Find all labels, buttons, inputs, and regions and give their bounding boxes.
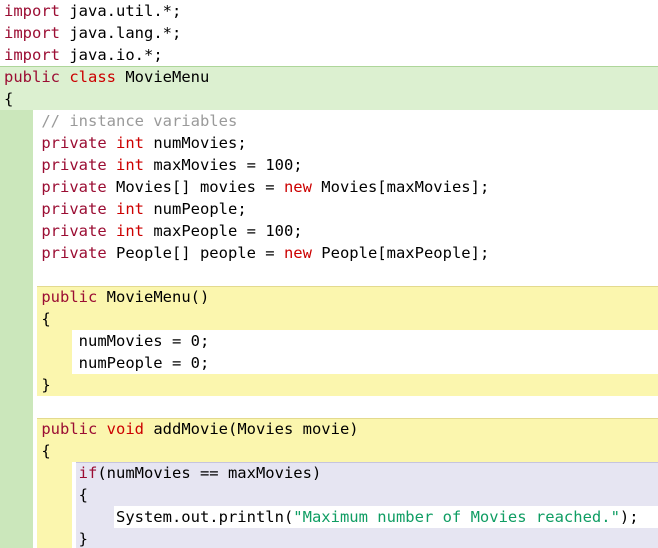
code-line[interactable]: { [0, 440, 658, 462]
code-token: maxMovies = 100; [144, 156, 303, 174]
code-line[interactable]: // instance variables [0, 110, 658, 132]
code-line[interactable]: public class MovieMenu [0, 66, 658, 88]
code-token: int [116, 134, 144, 152]
code-token: People[maxPeople]; [311, 244, 490, 262]
code-token: ); [619, 508, 639, 526]
code-token: { [4, 310, 51, 328]
code-line[interactable]: { [0, 88, 658, 110]
code-token: numMovies = 0; [4, 332, 210, 350]
code-token: import [4, 46, 60, 64]
code-token: System.out.println( [4, 508, 294, 526]
code-line[interactable]: public void addMovie(Movies movie) [0, 418, 658, 440]
code-token: { [4, 90, 14, 108]
code-token: numPeople = 0; [4, 354, 210, 372]
code-token: import [4, 24, 60, 42]
code-token: Movies[maxMovies]; [311, 178, 490, 196]
code-token: int [116, 200, 144, 218]
code-token: private [41, 134, 107, 152]
code-line[interactable]: private People[] people = new People[max… [0, 242, 658, 264]
code-line[interactable]: numMovies = 0; [0, 330, 658, 352]
code-token: new [283, 178, 312, 196]
code-line[interactable]: private int numMovies; [0, 132, 658, 154]
code-line[interactable]: import java.util.*; [0, 0, 658, 22]
code-token: numPeople; [144, 200, 247, 218]
code-token: MovieMenu() [97, 288, 210, 306]
code-line[interactable]: } [0, 374, 658, 396]
code-token: if [78, 464, 98, 482]
code-token: MovieMenu [116, 68, 210, 86]
code-token: } [4, 376, 51, 394]
code-token: numMovies; [144, 134, 247, 152]
code-line[interactable]: private int maxMovies = 100; [0, 154, 658, 176]
code-line[interactable]: public MovieMenu() [0, 286, 658, 308]
code-token: private [41, 156, 107, 174]
code-token: int [116, 156, 144, 174]
code-line[interactable]: if(numMovies == maxMovies) [0, 462, 658, 484]
code-line[interactable]: System.out.println("Maximum number of Mo… [0, 506, 658, 528]
code-token: public [4, 68, 60, 86]
code-token: private [41, 178, 107, 196]
code-line[interactable] [0, 396, 658, 418]
code-token: public [41, 420, 98, 438]
code-line[interactable]: { [0, 308, 658, 330]
code-token: maxPeople = 100; [144, 222, 303, 240]
code-token: private [41, 244, 107, 262]
code-line[interactable]: numPeople = 0; [0, 352, 658, 374]
code-token: Movies[] movies = [106, 178, 284, 196]
code-token: java.lang.*; [60, 24, 182, 42]
code-token: public [41, 288, 98, 306]
code-token: int [116, 222, 144, 240]
code-token: "Maximum number of Movies reached." [293, 508, 620, 526]
code-line[interactable]: private Movies[] movies = new Movies[max… [0, 176, 658, 198]
code-line[interactable]: import java.io.*; [0, 44, 658, 66]
code-line[interactable] [0, 264, 658, 286]
code-token: import [4, 2, 60, 20]
code-token: // instance variables [4, 112, 238, 130]
code-token: private [41, 200, 107, 218]
code-token: java.util.*; [60, 2, 182, 20]
code-token: new [283, 244, 312, 262]
code-token: (numMovies == maxMovies) [97, 464, 322, 482]
code-token: private [41, 222, 107, 240]
code-editor[interactable]: import java.util.*; import java.lang.*; im… [0, 0, 658, 548]
code-line[interactable]: import java.lang.*; [0, 22, 658, 44]
code-line[interactable]: private int maxPeople = 100; [0, 220, 658, 242]
code-line[interactable]: private int numPeople; [0, 198, 658, 220]
code-token: class [69, 68, 117, 86]
code-token: java.io.*; [60, 46, 163, 64]
code-token: { [4, 486, 88, 504]
code-token: addMovie(Movies movie) [144, 420, 359, 438]
code-token: { [4, 442, 51, 460]
code-line[interactable]: } [0, 528, 658, 548]
code-token: } [4, 530, 88, 548]
code-token: People[] people = [106, 244, 284, 262]
code-token: void [106, 420, 144, 438]
code-line[interactable]: { [0, 484, 658, 506]
